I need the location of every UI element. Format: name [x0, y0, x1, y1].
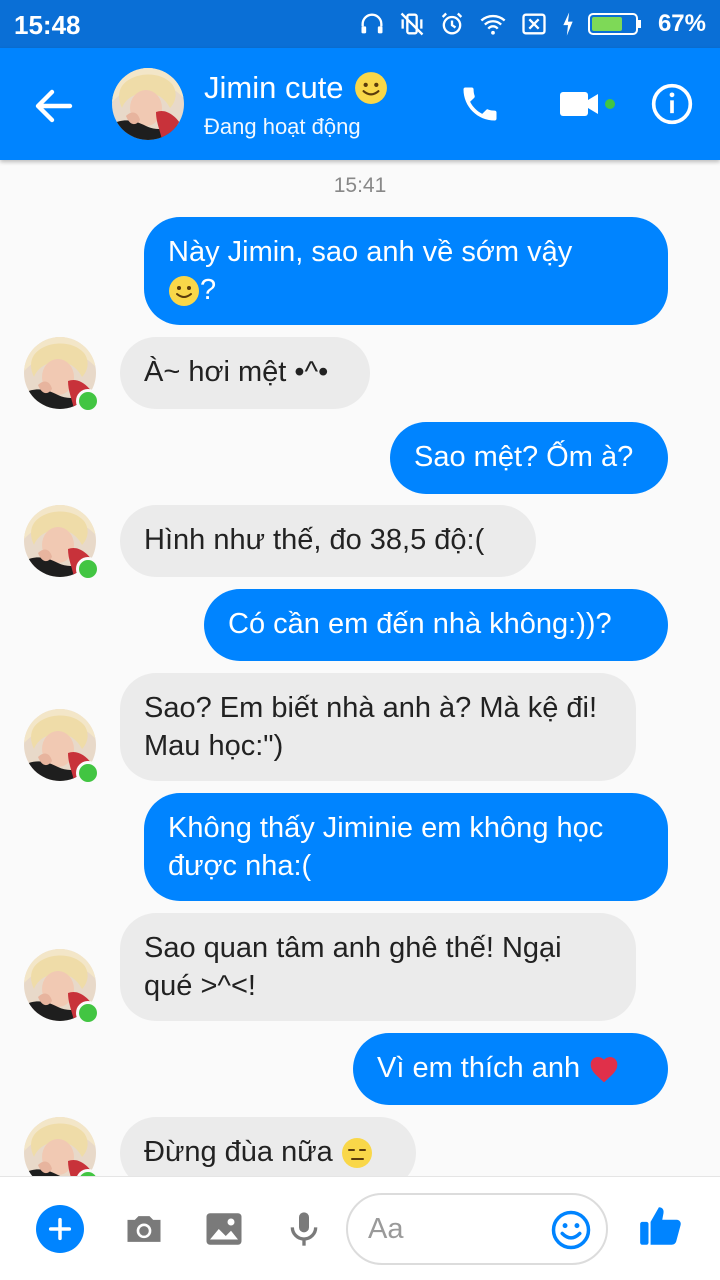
contact-avatar-small[interactable] [24, 505, 100, 581]
message-bubble-incoming[interactable]: Sao? Em biết nhà anh à? Mà kệ đi! Mau họ… [120, 673, 636, 781]
wifi-icon [480, 14, 506, 35]
image-icon [206, 1213, 242, 1245]
plus-icon [48, 1217, 72, 1241]
emoji-button[interactable] [550, 1209, 592, 1251]
active-status: Đang hoạt động [204, 114, 361, 139]
status-bar: 15:48 67% [0, 0, 720, 48]
no-sim-icon [522, 13, 546, 35]
contact-avatar-small[interactable] [24, 949, 100, 1025]
thumbs-up-icon [640, 1207, 681, 1245]
microphone-icon [290, 1212, 318, 1246]
online-indicator [76, 761, 100, 785]
voice-message-button[interactable] [278, 1203, 330, 1255]
info-button[interactable] [646, 78, 698, 130]
message-bubble-outgoing[interactable]: Này Jimin, sao anh về sớm vậy ? [144, 217, 668, 325]
message-text: Này Jimin, sao anh về sớm vậy [168, 236, 573, 268]
smiley-icon [551, 1210, 591, 1250]
alarm-icon [441, 12, 463, 35]
message-bubble-incoming[interactable]: Đừng đùa nữa [120, 1117, 416, 1176]
contact-avatar-small[interactable] [24, 709, 100, 785]
message-text: Sao? Em biết nhà anh à? Mà kệ đi! Mau họ… [144, 692, 598, 762]
back-arrow-icon [35, 89, 73, 123]
message-text: ? [200, 274, 217, 306]
message-list[interactable]: 15:41 Này Jimin, sao anh về sớm vậy ? À~… [0, 160, 720, 1176]
phone-icon [463, 87, 497, 121]
message-text: Có cần em đến nhà không:))? [228, 608, 612, 640]
heart-icon [590, 1057, 618, 1083]
message-input-box[interactable] [346, 1193, 608, 1265]
more-actions-button[interactable] [36, 1205, 84, 1253]
contact-name-text: Jimin cute [204, 70, 344, 105]
like-button[interactable] [636, 1201, 692, 1257]
contact-avatar-small[interactable] [24, 337, 100, 413]
vibrate-off-icon [400, 12, 424, 36]
status-icons: 67% [358, 8, 706, 40]
contact-avatar[interactable] [112, 68, 184, 140]
info-icon [651, 83, 693, 125]
voice-call-button[interactable] [454, 78, 506, 130]
status-time: 15:48 [14, 10, 81, 40]
contact-avatar-small[interactable] [24, 1117, 100, 1176]
smile-emoji-icon [168, 275, 200, 307]
contact-name[interactable]: Jimin cute [204, 70, 388, 106]
message-input[interactable] [368, 1207, 548, 1251]
back-button[interactable] [30, 82, 78, 130]
message-bubble-incoming[interactable]: Hình như thế, đo 38,5 độ:( [120, 505, 536, 577]
message-text: Sao quan tâm anh ghê thế! Ngại qué >^<! [144, 932, 562, 1002]
video-call-button[interactable] [552, 78, 622, 130]
gallery-button[interactable] [198, 1203, 250, 1255]
message-bubble-outgoing[interactable]: Không thấy Jiminie em không học được nha… [144, 793, 668, 901]
message-bubble-incoming[interactable]: Sao quan tâm anh ghê thế! Ngại qué >^<! [120, 913, 636, 1021]
message-text: Hình như thế, đo 38,5 độ:( [144, 524, 485, 556]
message-timestamp: 15:41 [333, 174, 387, 197]
message-bubble-incoming[interactable]: À~ hơi mệt •^• [120, 337, 370, 409]
message-text: Vì em thích anh [377, 1052, 581, 1084]
video-camera-icon [560, 92, 615, 116]
message-text: Đừng đùa nữa [144, 1136, 333, 1168]
message-text: Sao mệt? Ốm à? [414, 441, 634, 473]
message-composer [0, 1176, 720, 1280]
online-indicator [76, 557, 100, 581]
message-text: À~ hơi mệt •^• [144, 356, 329, 388]
smile-emoji-icon [354, 71, 388, 105]
charging-icon [563, 12, 573, 36]
message-bubble-outgoing[interactable]: Sao mệt? Ốm à? [390, 422, 668, 494]
message-bubble-outgoing[interactable]: Có cần em đến nhà không:))? [204, 589, 668, 661]
camera-button[interactable] [118, 1203, 170, 1255]
battery-icon [587, 13, 641, 35]
expressionless-emoji-icon [341, 1137, 373, 1169]
message-text: Không thấy Jiminie em không học được nha… [168, 812, 604, 882]
message-bubble-outgoing[interactable]: Vì em thích anh [353, 1033, 668, 1105]
online-indicator [76, 389, 100, 413]
online-indicator [76, 1001, 100, 1025]
conversation-header: Jimin cute Đang hoạt động [0, 48, 720, 160]
headphones-icon [361, 13, 383, 34]
battery-percentage: 67% [657, 10, 706, 37]
camera-icon [127, 1216, 161, 1242]
